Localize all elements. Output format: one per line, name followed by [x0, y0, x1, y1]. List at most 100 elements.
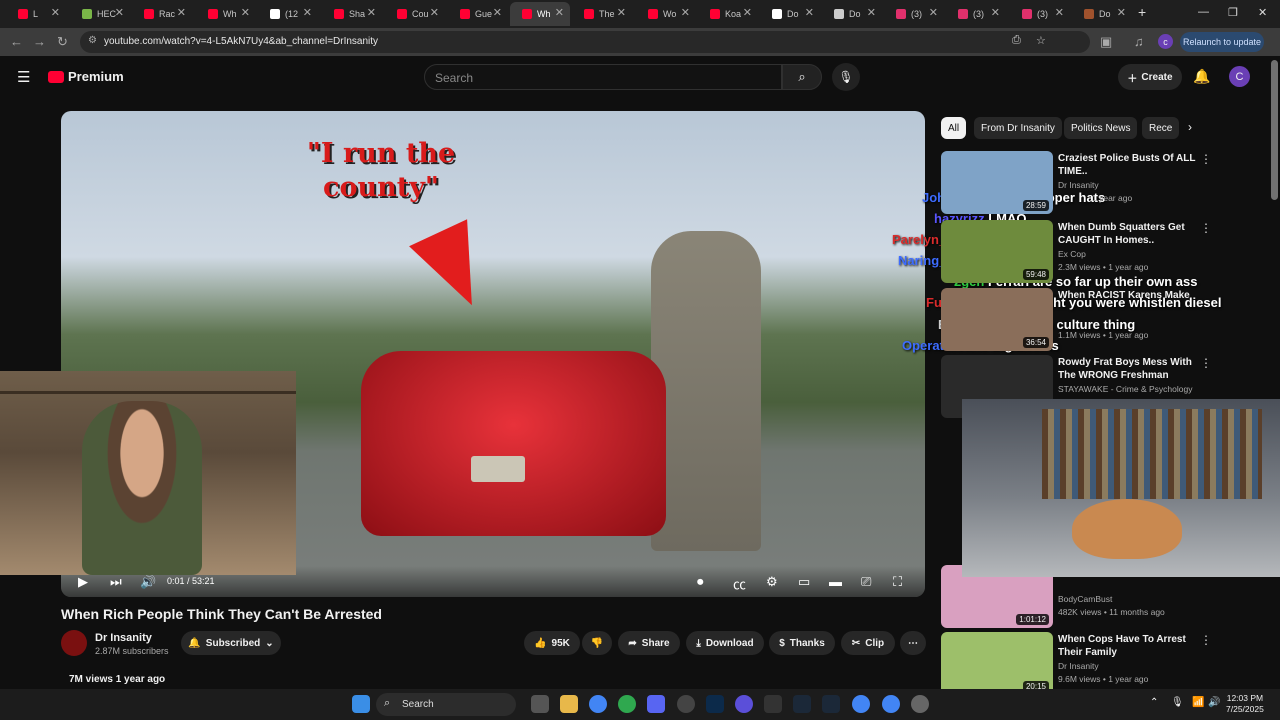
photoshop-icon[interactable]	[706, 695, 724, 713]
more-options-icon[interactable]: ⋮	[1200, 152, 1212, 166]
tab-close-icon[interactable]: ✕	[430, 6, 439, 19]
taskbar-search[interactable]: ⌕ Search	[376, 693, 516, 716]
filter-chip[interactable]: From Dr Insanity	[974, 117, 1062, 139]
browser-tab[interactable]: (3) ✕	[946, 2, 1006, 26]
browser-tab[interactable]: Do ✕	[1072, 2, 1132, 26]
tab-close-icon[interactable]: ✕	[115, 6, 124, 19]
browser-tab[interactable]: (12 ✕	[258, 2, 318, 26]
like-button[interactable]: 👍 95K	[524, 631, 580, 655]
maximize-icon[interactable]: ❐	[1228, 6, 1238, 19]
sidepanel-icon[interactable]: ▣	[1100, 34, 1112, 50]
page-scrollbar[interactable]	[1271, 60, 1278, 200]
related-video-title[interactable]: When Cops Have To Arrest Their Family	[1058, 633, 1208, 659]
minimize-icon[interactable]: —	[1198, 6, 1209, 18]
tab-close-icon[interactable]: ✕	[303, 6, 312, 19]
tab-close-icon[interactable]: ✕	[805, 6, 814, 19]
tab-close-icon[interactable]: ✕	[177, 6, 186, 19]
related-video-title[interactable]: Rowdy Frat Boys Mess With The WRONG Fres…	[1058, 356, 1208, 382]
more-actions-button[interactable]: ⋯	[900, 631, 926, 655]
site-info-icon[interactable]: ⚙	[88, 35, 97, 46]
notifications-icon[interactable]: 🔔	[1193, 68, 1210, 85]
browser-tab[interactable]: Wo ✕	[636, 2, 696, 26]
system-clock[interactable]: 12:03 PM 7/25/2025	[1226, 693, 1264, 715]
chevron-right-icon[interactable]: ›	[1188, 120, 1192, 134]
miniplayer-icon[interactable]: ▭	[798, 574, 810, 590]
volume-tray-icon[interactable]: 🔊	[1208, 697, 1220, 708]
more-options-icon[interactable]: ⋮	[1200, 356, 1212, 370]
install-icon[interactable]: ⎙	[1012, 34, 1021, 47]
youtube-logo-icon[interactable]	[48, 71, 64, 83]
related-video-channel[interactable]: Dr Insanity	[1058, 180, 1099, 190]
share-button[interactable]: ➦ Share	[618, 631, 680, 655]
create-button[interactable]: ＋ Create	[1118, 64, 1182, 90]
channel-name[interactable]: Dr Insanity	[95, 632, 152, 644]
filter-chip[interactable]: All	[941, 117, 967, 139]
close-window-icon[interactable]: ✕	[1258, 6, 1267, 19]
browser-tab[interactable]: Wh ✕	[196, 2, 256, 26]
cast-icon[interactable]: ⎚	[861, 574, 871, 590]
filter-chip[interactable]: Politics News	[1064, 117, 1138, 139]
tab-close-icon[interactable]: ✕	[367, 6, 376, 19]
premium-logo[interactable]: Premium	[68, 69, 124, 84]
play-icon[interactable]: ▶	[78, 574, 88, 590]
task-view-icon[interactable]	[531, 695, 549, 713]
bookmark-star-icon[interactable]: ☆	[1036, 34, 1046, 47]
channel-avatar[interactable]	[61, 630, 87, 656]
browser-tab[interactable]: L ✕	[6, 2, 66, 26]
tab-close-icon[interactable]: ✕	[51, 6, 60, 19]
app-icon-v[interactable]	[735, 695, 753, 713]
browser-tab[interactable]: (3) ✕	[1010, 2, 1070, 26]
app-icon-green[interactable]	[618, 695, 636, 713]
address-bar[interactable]: ⚙ youtube.com/watch?v=4-L5AkN7Uy4&ab_cha…	[80, 31, 1090, 53]
discord-icon[interactable]	[647, 695, 665, 713]
github-icon[interactable]	[677, 695, 695, 713]
new-tab-button[interactable]: +	[1138, 4, 1146, 20]
related-video-thumbnail[interactable]: 28:59	[941, 151, 1053, 214]
tab-close-icon[interactable]: ✕	[929, 6, 938, 19]
settings-icon[interactable]: ⚙	[766, 574, 778, 590]
tab-close-icon[interactable]: ✕	[617, 6, 626, 19]
tray-chevron-icon[interactable]: ⌃	[1150, 697, 1158, 708]
forward-icon[interactable]: →	[33, 34, 46, 49]
fullscreen-icon[interactable]: ⛶	[893, 574, 902, 590]
browser-tab[interactable]: Do ✕	[760, 2, 820, 26]
steam-alt-icon[interactable]	[822, 695, 840, 713]
chrome-alt-icon[interactable]	[882, 695, 900, 713]
filter-chip[interactable]: Rece	[1142, 117, 1180, 139]
reload-icon[interactable]: ↻	[57, 34, 68, 50]
tab-close-icon[interactable]: ✕	[681, 6, 690, 19]
tab-close-icon[interactable]: ✕	[991, 6, 1000, 19]
profile-icon[interactable]: c	[1158, 34, 1173, 49]
dislike-button[interactable]: 👎	[582, 631, 612, 655]
windows-start-icon[interactable]	[352, 695, 370, 713]
url-text[interactable]: youtube.com/watch?v=4-L5AkN7Uy4&ab_chann…	[104, 36, 378, 47]
tab-close-icon[interactable]: ✕	[555, 6, 564, 19]
chrome-icon[interactable]	[589, 695, 607, 713]
browser-tab[interactable]: HEC ✕	[70, 2, 130, 26]
browser-tab[interactable]: The ✕	[572, 2, 632, 26]
more-options-icon[interactable]: ⋮	[1200, 633, 1212, 647]
subscribed-button[interactable]: 🔔 Subscribed ⌄	[181, 631, 281, 655]
tab-close-icon[interactable]: ✕	[1117, 6, 1126, 19]
wifi-icon[interactable]: 📶	[1192, 697, 1204, 708]
relaunch-button[interactable]: Relaunch to update	[1180, 32, 1264, 52]
chrome-profile-icon[interactable]	[852, 695, 870, 713]
browser-tab[interactable]: Cou ✕	[385, 2, 445, 26]
autoplay-toggle[interactable]: ⏺	[697, 574, 704, 590]
related-video-title[interactable]: Craziest Police Busts Of ALL TIME..	[1058, 152, 1208, 178]
related-video-thumbnail[interactable]: 36:54	[941, 288, 1053, 351]
browser-tab[interactable]: Do ✕	[822, 2, 882, 26]
thanks-button[interactable]: $ Thanks	[769, 631, 835, 655]
voice-search-button[interactable]: 🎙	[832, 63, 860, 91]
browser-tab[interactable]: Wh ✕	[510, 2, 570, 26]
related-video-channel[interactable]: BodyCamBust	[1058, 594, 1112, 604]
related-video-title[interactable]: When RACIST Karens Make	[1058, 289, 1208, 302]
obs-icon[interactable]	[764, 695, 782, 713]
related-video-channel[interactable]: Ex Cop	[1058, 249, 1086, 259]
related-video-thumbnail[interactable]: 59:48	[941, 220, 1053, 283]
menu-icon[interactable]: ☰	[17, 68, 30, 86]
mic-tray-icon[interactable]: 🎙	[1171, 697, 1184, 708]
back-icon[interactable]: ←	[10, 34, 23, 49]
theater-icon[interactable]: ▬	[829, 574, 842, 589]
browser-tab[interactable]: Gue ✕	[448, 2, 508, 26]
